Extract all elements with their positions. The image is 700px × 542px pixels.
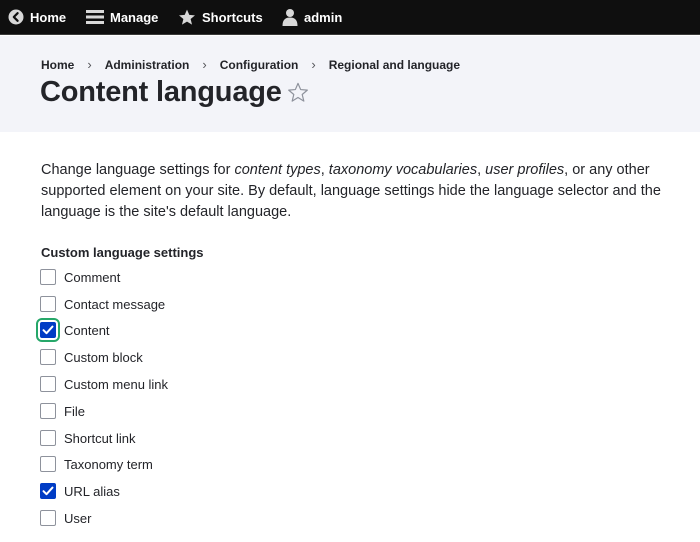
checkbox-row-comment[interactable]: Comment [40, 269, 120, 285]
hamburger-menu-icon [86, 9, 110, 25]
back-arrow-icon [8, 9, 30, 25]
checkbox-label[interactable]: Taxonomy term [64, 457, 153, 472]
checkbox-label[interactable]: Comment [64, 270, 120, 285]
checkbox-label[interactable]: Shortcut link [64, 431, 136, 446]
contact-message-checkbox[interactable] [40, 296, 56, 312]
breadcrumb-home[interactable]: Home [41, 58, 74, 72]
checkbox-label[interactable]: Contact message [64, 297, 165, 312]
custom-block-checkbox[interactable] [40, 349, 56, 365]
checkbox-row-contact-message[interactable]: Contact message [40, 296, 165, 312]
checkbox-label[interactable]: File [64, 404, 85, 419]
checkbox-row-content[interactable]: Content [36, 318, 110, 342]
breadcrumb-regional-and-language[interactable]: Regional and language [329, 58, 460, 72]
user-checkbox[interactable] [40, 510, 56, 526]
description-text: , [477, 162, 486, 178]
checkmark-icon [42, 486, 54, 496]
breadcrumb-separator: › [311, 57, 316, 72]
toolbar-shortcuts-label: Shortcuts [202, 9, 263, 25]
toolbar-user-tab[interactable]: admin [282, 0, 342, 35]
comment-checkbox[interactable] [40, 269, 56, 285]
user-profiles-term: user profiles [485, 162, 565, 178]
description-text: , [320, 162, 329, 178]
checkbox-row-user[interactable]: User [40, 510, 91, 526]
checkbox-row-file[interactable]: File [40, 403, 85, 419]
breadcrumb-configuration[interactable]: Configuration [220, 58, 299, 72]
content-types-term: content types [234, 162, 321, 178]
file-checkbox[interactable] [40, 403, 56, 419]
checkbox-row-custom-block[interactable]: Custom block [40, 349, 143, 365]
description-text: Change language settings for [41, 162, 235, 178]
toolbar-user-label: admin [304, 9, 343, 25]
toolbar-manage-label: Manage [110, 9, 159, 25]
admin-toolbar: Home Manage Shortcuts admin [0, 0, 700, 35]
checkbox-row-taxonomy-term[interactable]: Taxonomy term [40, 456, 153, 472]
breadcrumb: Home › Administration › Configuration › … [41, 57, 460, 72]
star-icon [178, 9, 202, 26]
url-alias-checkbox[interactable] [40, 483, 56, 499]
toolbar-shortcuts-tab[interactable]: Shortcuts [178, 0, 263, 35]
checkbox-row-custom-menu-link[interactable]: Custom menu link [40, 376, 168, 392]
breadcrumb-separator: › [202, 57, 207, 72]
checkbox-row-shortcut-link[interactable]: Shortcut link [40, 430, 136, 446]
taxonomy-term-checkbox[interactable] [40, 456, 56, 472]
content-checkbox[interactable] [36, 318, 60, 342]
checkmark-icon [42, 325, 54, 335]
shortcut-link-checkbox[interactable] [40, 430, 56, 446]
checkbox-label[interactable]: Custom block [64, 350, 143, 365]
checkbox-label[interactable]: Custom menu link [64, 377, 168, 392]
main-content: Change language settings for content typ… [41, 160, 661, 223]
breadcrumb-administration[interactable]: Administration [105, 58, 190, 72]
page-description: Change language settings for content typ… [41, 160, 661, 223]
add-shortcut-star-icon[interactable] [287, 82, 309, 108]
page-title: Content language [40, 76, 282, 108]
custom-language-settings-legend: Custom language settings [41, 245, 204, 260]
breadcrumb-separator: › [87, 57, 92, 72]
checkbox-label[interactable]: Content [64, 323, 110, 338]
page-header: Home › Administration › Configuration › … [0, 36, 700, 132]
toolbar-home-link[interactable]: Home [8, 0, 66, 35]
toolbar-home-label: Home [30, 9, 67, 25]
checkbox-label[interactable]: URL alias [64, 484, 120, 499]
checkbox-row-url-alias[interactable]: URL alias [40, 483, 120, 499]
custom-menu-link-checkbox[interactable] [40, 376, 56, 392]
taxonomy-vocabularies-term: taxonomy vocabularies [328, 162, 478, 178]
toolbar-manage-tab[interactable]: Manage [86, 0, 158, 35]
checkbox-label[interactable]: User [64, 511, 91, 526]
user-icon [282, 8, 304, 26]
